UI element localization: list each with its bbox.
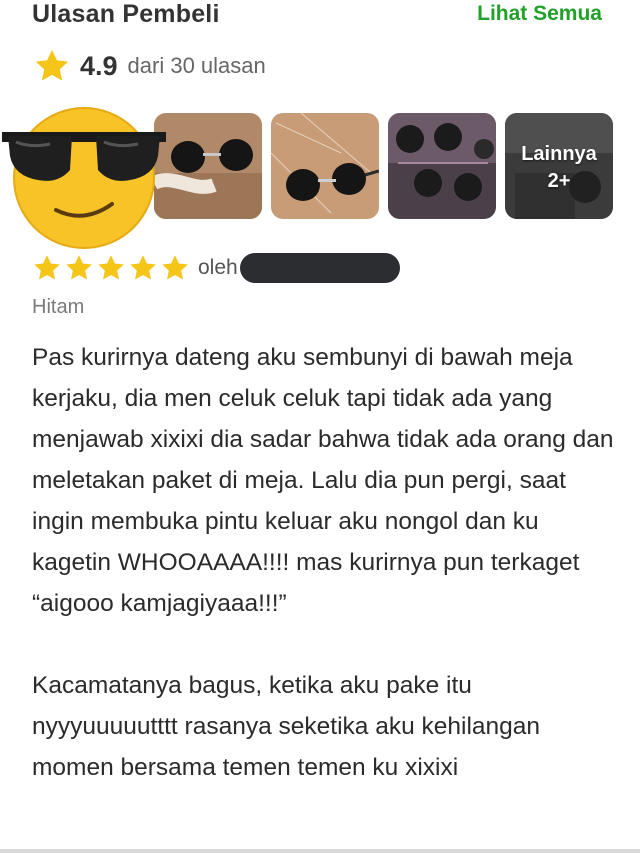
sunglasses-emoji [2,107,166,249]
rating-summary: 4.9 dari 30 ulasan [32,46,266,86]
review-paragraph: Kacamatanya bagus, ketika aku pake itu n… [32,672,541,781]
review-photo-2[interactable] [271,113,379,219]
reviewer-by-label: oleh [198,256,238,279]
more-photos-label: Lainnya 2+ [521,143,597,192]
reviewer-name-redacted [239,253,400,283]
star-icon [162,255,188,280]
star-icon [98,255,124,280]
rating-count: dari 30 ulasan [127,53,266,78]
star-icon [34,255,60,280]
see-all-link[interactable]: Lihat Semua [477,2,602,26]
review-section-header: Ulasan Pembeli Lihat Semua [32,0,610,34]
star-icon [35,49,69,81]
star-icon [66,255,92,280]
review-photo-more[interactable]: Lainnya 2+ [505,113,613,219]
section-title: Ulasan Pembeli [32,0,220,28]
review-star-rating [32,253,190,283]
product-variant: Hitam [32,296,85,318]
review-photo-3[interactable] [388,113,496,219]
rating-value: 4.9 [80,50,118,81]
review-text: Pas kurirnya dateng aku sembunyi di bawa… [32,337,622,788]
review-photo-1[interactable] [154,113,262,219]
star-icon [130,255,156,280]
review-header: oleh [32,252,400,284]
review-paragraph: Pas kurirnya dateng aku sembunyi di bawa… [32,344,614,617]
bottom-divider [0,849,640,853]
